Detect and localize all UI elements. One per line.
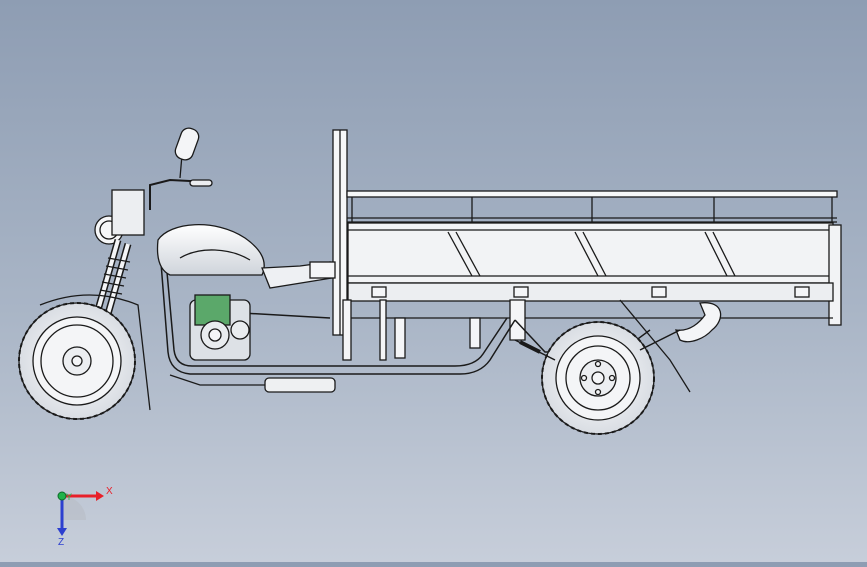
engine-assembly[interactable]	[169, 294, 336, 393]
seat[interactable]	[261, 261, 336, 289]
y-axis-dot	[57, 491, 67, 501]
front-wheel[interactable]	[18, 302, 136, 420]
cad-viewport[interactable]: X Y Z	[0, 0, 867, 562]
x-axis-label: X	[106, 486, 113, 497]
rear-wheel[interactable]	[541, 321, 655, 435]
fuel-tank[interactable]	[156, 224, 265, 276]
orientation-triad: X Y Z	[57, 486, 113, 548]
x-axis-arrowhead	[96, 491, 104, 501]
z-axis-arrowhead	[57, 528, 67, 536]
z-axis-label: Z	[58, 537, 64, 548]
tricycle-model[interactable]	[18, 126, 842, 435]
y-axis-label: Y	[66, 492, 72, 502]
handlebar[interactable]	[149, 126, 213, 210]
